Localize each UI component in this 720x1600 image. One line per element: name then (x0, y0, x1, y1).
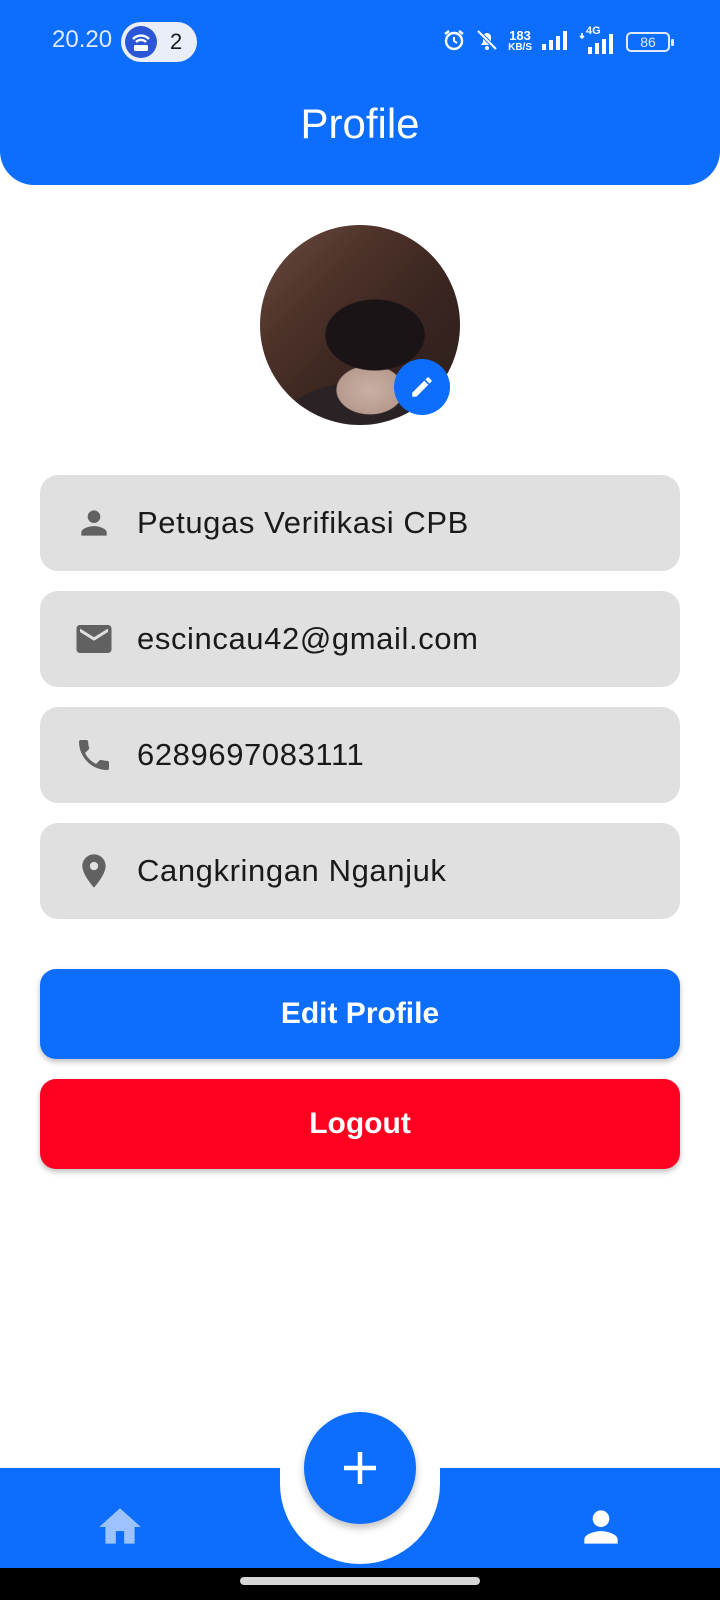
battery-indicator: 86 (626, 32, 674, 52)
phone-icon (73, 734, 115, 776)
alarm-icon (442, 28, 466, 57)
location-value: Cangkringan Nganjuk (137, 853, 447, 888)
edit-avatar-button[interactable] (394, 359, 450, 415)
email-value: escincau42@gmail.com (137, 621, 479, 656)
profile-icon (584, 1510, 618, 1544)
edit-profile-button[interactable]: Edit Profile (40, 969, 680, 1059)
status-icons: 183 KB/S 4G 86 (442, 24, 674, 60)
add-button[interactable] (304, 1412, 416, 1524)
phone-field: 6289697083111 (40, 707, 680, 803)
hotspot-icon (125, 26, 157, 58)
email-icon (73, 618, 115, 660)
name-field: Petugas Verifikasi CPB (40, 475, 680, 571)
home-icon (99, 1508, 141, 1544)
phone-value: 6289697083111 (137, 737, 365, 772)
add-icon (344, 1452, 376, 1484)
name-value: Petugas Verifikasi CPB (137, 505, 469, 540)
home-gesture-bar[interactable] (240, 1577, 480, 1585)
status-time: 20.20 (52, 26, 113, 53)
nav-home[interactable] (95, 1502, 145, 1552)
signal-4g-icon: 4G (578, 25, 618, 55)
hotspot-indicator[interactable]: 2 (121, 22, 197, 62)
email-field: escincau42@gmail.com (40, 591, 680, 687)
pencil-icon (412, 377, 432, 397)
nav-profile[interactable] (576, 1502, 626, 1552)
person-icon (73, 502, 115, 544)
location-icon (73, 850, 115, 892)
location-field: Cangkringan Nganjuk (40, 823, 680, 919)
mute-icon (474, 28, 500, 57)
network-speed: 183 KB/S (508, 28, 532, 54)
page-title: Profile (300, 100, 420, 147)
speed-value: 183 (509, 28, 531, 43)
logout-button[interactable]: Logout (40, 1079, 680, 1169)
app-header: 20.20 2 183 KB/S 4G 86 Profile (0, 0, 720, 185)
speed-unit: KB/S (508, 42, 532, 53)
signal-icon (540, 29, 570, 56)
hotspot-count: 2 (170, 29, 183, 54)
